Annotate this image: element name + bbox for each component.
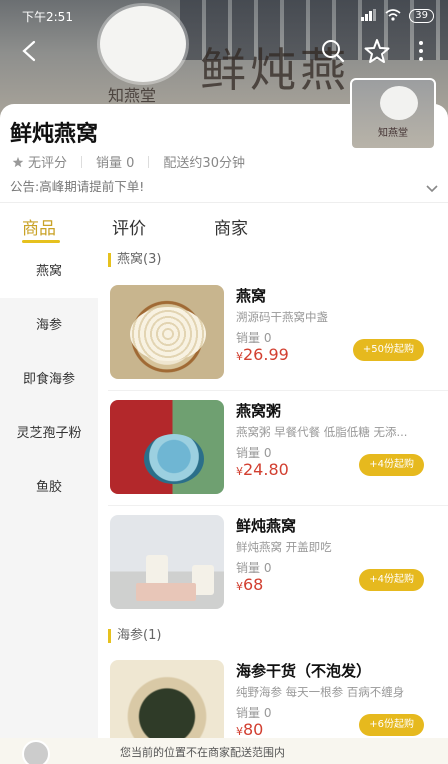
shop-thumbnail[interactable]: 知燕堂 — [350, 78, 436, 150]
thumbnail-sign-text: 知燕堂 — [378, 128, 408, 139]
favorite-button[interactable] — [362, 36, 392, 66]
product-name: 燕窝 — [236, 287, 267, 305]
star-icon — [12, 156, 24, 167]
search-icon — [322, 40, 345, 63]
tab-reviews[interactable]: 评价 — [112, 214, 146, 239]
category-sidebar: 燕窝 海参 即食海参 灵芝孢子粉 鱼胶 — [0, 246, 98, 764]
back-button[interactable] — [14, 36, 44, 66]
product-image — [110, 285, 224, 379]
item-divider — [108, 390, 448, 391]
sidebar-item-haishen[interactable]: 海参 — [0, 300, 98, 352]
status-bar: 下午2:51 39 — [22, 6, 434, 26]
product-sales: 销量 0 — [236, 446, 272, 460]
product-price: ¥68 — [236, 575, 263, 594]
product-price: ¥26.99 — [236, 345, 289, 364]
product-item[interactable]: 燕窝粥 燕窝粥 早餐代餐 低脂低糖 无添... 销量 0 ¥24.80 +4份起… — [108, 400, 440, 496]
tab-products[interactable]: 商品 — [22, 214, 56, 239]
product-sales: 销量 0 — [236, 561, 272, 575]
min-order-button[interactable]: +4份起购 — [359, 454, 424, 476]
shop-meta: 无评分 销量 0 配送约30分钟 — [12, 152, 245, 171]
product-price: ¥80 — [236, 720, 263, 739]
more-options-button[interactable] — [406, 36, 436, 66]
banner-sign-small: 知燕堂 — [108, 86, 157, 105]
expand-notice-button[interactable] — [426, 178, 438, 197]
bottom-location-bar: 您当前的位置不在商家配送范围内 — [0, 738, 448, 764]
price-value: 24.80 — [243, 460, 289, 479]
product-desc: 燕窝粥 早餐代餐 低脂低糖 无添... — [236, 425, 408, 439]
signal-icon — [361, 8, 377, 24]
shop-info-card: 鲜炖燕窝 知燕堂 无评分 销量 0 配送约30分钟 公告:高峰期请提前下单! — [0, 78, 448, 204]
product-name: 鲜炖燕窝 — [236, 517, 297, 535]
meta-divider — [81, 155, 83, 168]
price-value: 80 — [243, 720, 264, 739]
delivery-range-tip: 您当前的位置不在商家配送范围内 — [120, 746, 285, 759]
tab-merchant[interactable]: 商家 — [214, 214, 248, 239]
currency-symbol: ¥ — [236, 465, 243, 478]
currency-symbol: ¥ — [236, 350, 243, 363]
min-order-button[interactable]: +50份起购 — [352, 339, 424, 361]
active-tab-indicator — [22, 240, 60, 243]
back-arrow-icon — [22, 40, 36, 62]
star-outline-icon — [364, 39, 390, 63]
sidebar-item-lingzhi[interactable]: 灵芝孢子粉 — [0, 408, 98, 460]
sidebar-item-yujiao[interactable]: 鱼胶 — [0, 462, 98, 514]
thumbnail-sign-logo — [380, 86, 418, 120]
price-value: 26.99 — [243, 345, 289, 364]
wifi-icon — [385, 8, 401, 24]
product-desc: 纯野海参 每天一根参 百病不缠身 — [236, 685, 405, 699]
currency-symbol: ¥ — [236, 580, 243, 593]
status-time: 下午2:51 — [22, 9, 73, 24]
shop-delivery-time: 配送约30分钟 — [163, 156, 245, 171]
product-name: 燕窝粥 — [236, 402, 282, 420]
product-sales: 销量 0 — [236, 331, 272, 345]
price-value: 68 — [243, 575, 264, 594]
min-order-button[interactable]: +6份起购 — [359, 714, 424, 736]
cart-avatar[interactable] — [22, 740, 50, 764]
shop-rating: 无评分 — [28, 156, 68, 171]
product-name: 海参干货（不泡发） — [236, 662, 372, 680]
meta-divider — [148, 155, 150, 168]
more-vertical-icon — [419, 41, 423, 61]
section-header: 燕窝(3) — [108, 253, 161, 267]
product-image — [110, 515, 224, 609]
product-sales: 销量 0 — [236, 706, 272, 720]
item-divider — [108, 505, 448, 506]
product-desc: 鲜炖燕窝 开盖即吃 — [236, 540, 332, 554]
search-button[interactable] — [318, 36, 348, 66]
sidebar-item-jishi-haishen[interactable]: 即食海参 — [0, 354, 98, 406]
product-item[interactable]: 鲜炖燕窝 鲜炖燕窝 开盖即吃 销量 0 ¥68 +4份起购 — [108, 515, 440, 611]
currency-symbol: ¥ — [236, 725, 243, 738]
shop-name: 鲜炖燕窝 — [10, 122, 99, 147]
min-order-button[interactable]: +4份起购 — [359, 569, 424, 591]
section-header: 海参(1) — [108, 629, 161, 643]
sidebar-item-yanwo[interactable]: 燕窝 — [0, 246, 98, 298]
chevron-down-icon — [426, 185, 438, 193]
product-item[interactable]: 燕窝 溯源码干燕窝中盏 销量 0 ¥26.99 +50份起购 — [108, 285, 440, 381]
shop-notice: 公告:高峰期请提前下单! — [10, 179, 145, 194]
product-desc: 溯源码干燕窝中盏 — [236, 310, 328, 324]
battery-indicator: 39 — [409, 9, 434, 23]
shop-sales: 销量 0 — [96, 156, 135, 171]
product-price: ¥24.80 — [236, 460, 289, 479]
product-image — [110, 400, 224, 494]
header-divider — [0, 202, 448, 203]
